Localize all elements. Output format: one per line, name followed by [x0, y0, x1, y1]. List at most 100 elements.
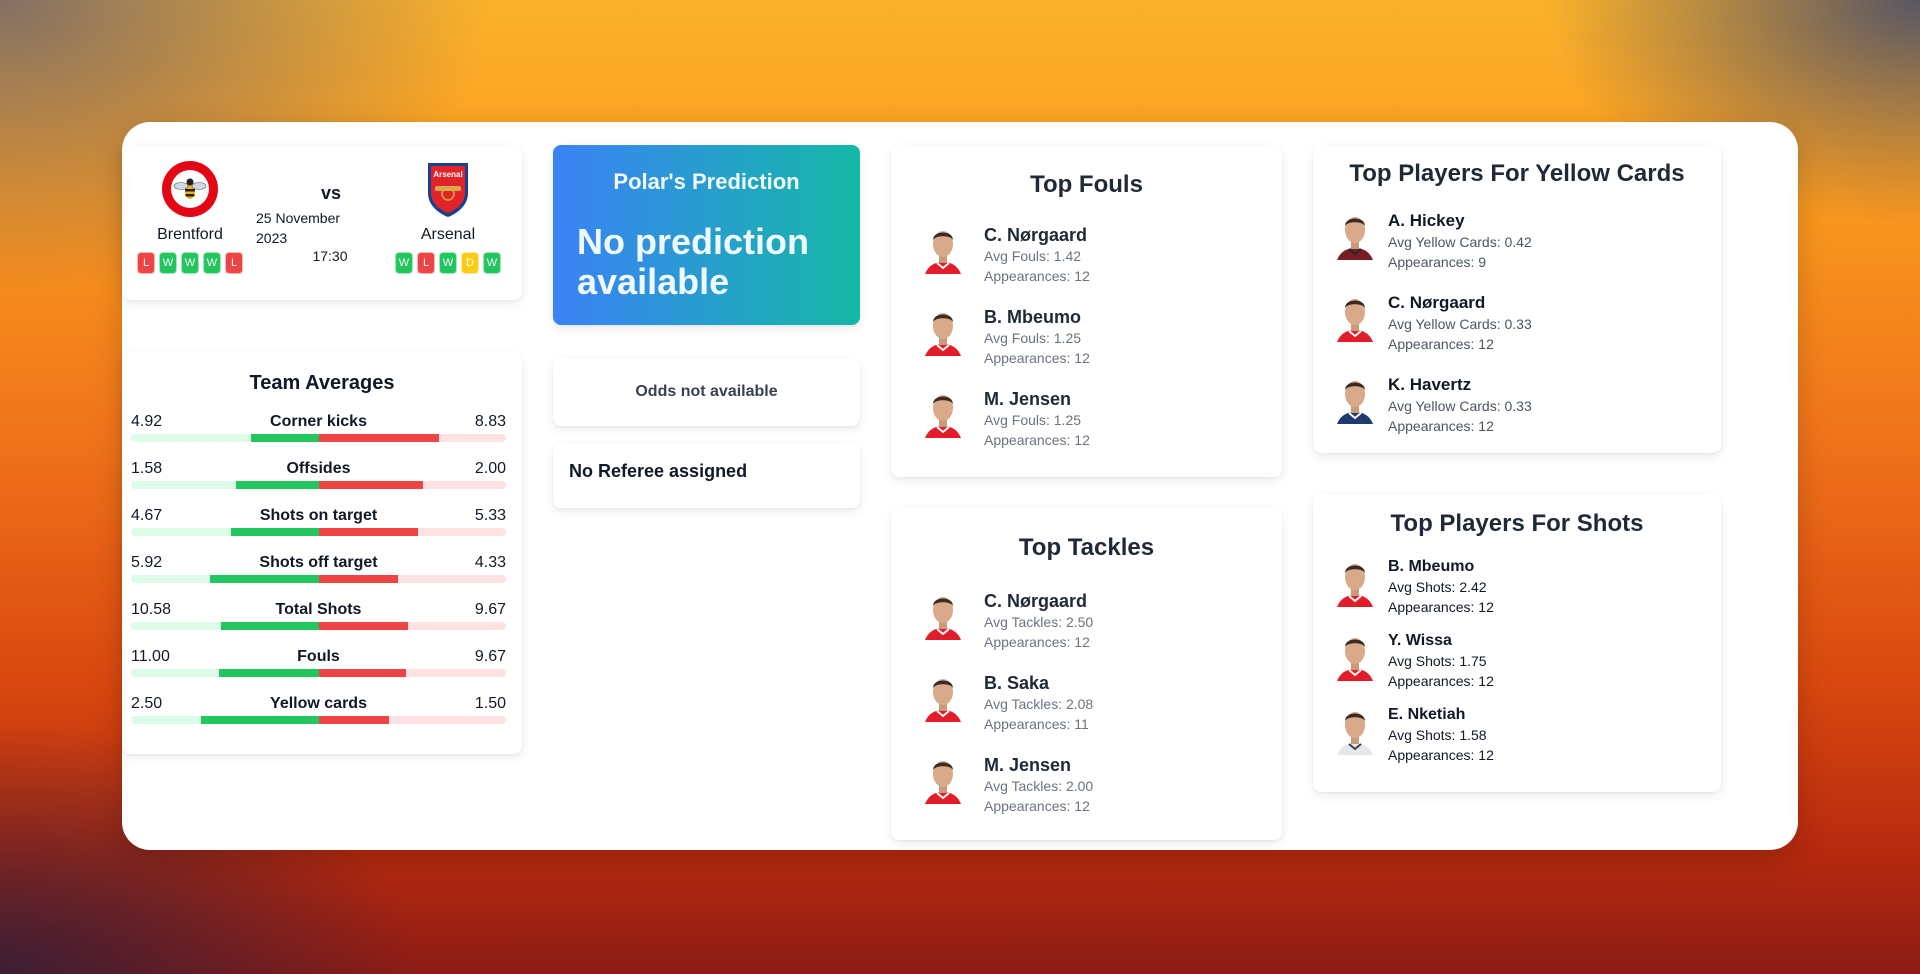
player-name: Y. Wissa — [1388, 632, 1452, 649]
player-appearances: Appearances: 12 — [984, 798, 1090, 814]
prediction-value: No prediction available — [577, 221, 809, 302]
player-name: B. Mbeumo — [1388, 558, 1475, 575]
top-tackles-card: Top Tackles C. Nørgaard Avg Tackles: 2.50… — [891, 508, 1282, 840]
top-shots-title: Top Players For Shots — [1390, 510, 1644, 537]
home-stat-fill — [220, 622, 319, 630]
away-stat-value: 9.67 — [474, 601, 506, 618]
home-form: L W W W L — [130, 252, 250, 274]
odds-text: Odds not available — [635, 383, 778, 400]
away-stat-fill — [318, 528, 419, 536]
stat-row: 2.50 Yellow cards 1.50 — [131, 695, 506, 725]
top-fouls-title: Top Fouls — [1030, 171, 1143, 198]
away-stat-fill — [318, 575, 398, 583]
player-name: C. Nørgaard — [984, 225, 1088, 245]
player-stat: Avg Fouls: 1.42 — [984, 248, 1082, 264]
player-stat: Avg Tackles: 2.00 — [984, 778, 1094, 794]
stat-bar — [131, 716, 506, 724]
player-name: K. Havertz — [1388, 375, 1472, 394]
player-appearances: Appearances: 12 — [984, 432, 1090, 448]
odds-card: Odds not available — [553, 358, 860, 426]
top-tackles-title: Top Tackles — [1018, 534, 1155, 561]
player-avatar — [921, 590, 965, 642]
player-appearances: Appearances: 12 — [1388, 673, 1494, 689]
form-badge: W — [395, 252, 413, 274]
referee-card: No Referee assigned — [553, 443, 860, 508]
top-yellow-cards-title: Top Players For Yellow Cards — [1349, 160, 1685, 187]
prediction-title: Polar's Prediction — [613, 169, 800, 194]
player-name: C. Nørgaard — [1388, 293, 1486, 312]
home-stat-fill — [251, 434, 319, 442]
player-avatar — [921, 672, 965, 724]
form-badge: L — [225, 252, 243, 274]
stat-row: 4.67 Shots on target 5.33 — [131, 507, 506, 537]
form-badge: W — [439, 252, 457, 274]
player-appearances: Appearances: 12 — [1388, 336, 1494, 352]
player-stat: Avg Fouls: 1.25 — [984, 412, 1082, 428]
player-name: M. Jensen — [984, 755, 1072, 775]
away-form: W L W D W — [388, 252, 508, 274]
form-badge: W — [203, 252, 221, 274]
player-appearances: Appearances: 12 — [984, 350, 1090, 366]
player-avatar — [1333, 557, 1377, 609]
stat-bar — [131, 575, 506, 583]
form-badge: L — [137, 252, 155, 274]
form-badge: W — [483, 252, 501, 274]
stat-label: Yellow cards — [270, 695, 367, 712]
stat-row: 10.58 Total Shots 9.67 — [131, 601, 506, 631]
arsenal-crest-icon: Arsenal — [428, 163, 468, 217]
form-badge: W — [181, 252, 199, 274]
home-stat-fill — [201, 716, 319, 724]
stat-bar — [131, 528, 506, 536]
away-stat-value: 1.50 — [474, 695, 506, 712]
stat-label: Corner kicks — [270, 413, 367, 430]
stat-bar — [131, 434, 506, 442]
player-stat: Avg Fouls: 1.25 — [984, 330, 1082, 346]
svg-text:Arsenal: Arsenal — [433, 170, 462, 179]
player-stat: Avg Shots: 2.42 — [1388, 579, 1487, 595]
player-stat: Avg Yellow Cards: 0.33 — [1388, 316, 1532, 332]
away-stat-fill — [318, 434, 439, 442]
home-stat-fill — [230, 528, 319, 536]
top-fouls-card: Top Fouls C. Nørgaard Avg Fouls: 1.42 Appe… — [891, 145, 1282, 477]
player-stat: Avg Yellow Cards: 0.42 — [1388, 234, 1532, 250]
player-avatar — [1333, 631, 1377, 683]
form-badge: D — [461, 252, 479, 274]
stat-bar — [131, 669, 506, 677]
away-stat-fill — [318, 622, 409, 630]
player-appearances: Appearances: 9 — [1388, 254, 1487, 270]
home-team[interactable]: Brentford L W W W L — [130, 159, 250, 274]
stat-row: 5.92 Shots off target 4.33 — [131, 554, 506, 584]
stat-label: Offsides — [286, 460, 351, 477]
away-stat-fill — [318, 669, 407, 677]
top-shots-card: Top Players For Shots B. Mbeumo Avg Shots… — [1313, 494, 1721, 792]
team-averages-title: Team Averages — [249, 372, 395, 394]
referee-text: No Referee assigned — [569, 461, 748, 481]
stat-bar — [131, 622, 506, 630]
stat-label: Total Shots — [275, 601, 362, 618]
player-avatar — [1333, 292, 1377, 344]
team-averages-card: Team Averages 4.92 Corner kicks 8.83 1.58 Of… — [122, 352, 522, 754]
player-avatar — [1333, 210, 1377, 262]
stat-label: Shots off target — [259, 554, 378, 571]
stat-label: Shots on target — [259, 507, 378, 524]
away-stat-value: 2.00 — [474, 460, 506, 477]
away-stat-value: 9.67 — [474, 648, 506, 665]
player-appearances: Appearances: 12 — [1388, 599, 1494, 615]
vs-label: vs — [320, 183, 342, 203]
player-avatar — [921, 754, 965, 806]
player-stat: Avg Yellow Cards: 0.33 — [1388, 398, 1532, 414]
stat-row: 11.00 Fouls 9.67 — [131, 648, 506, 678]
stat-label: Fouls — [297, 648, 340, 665]
player-name: E. Nketiah — [1388, 706, 1466, 723]
away-team[interactable]: Arsenal Arsenal W L W D W — [388, 159, 508, 274]
away-stat-value: 4.33 — [474, 554, 506, 571]
away-stat-value: 8.83 — [474, 413, 506, 430]
home-stat-fill — [235, 481, 319, 489]
player-appearances: Appearances: 12 — [1388, 747, 1494, 763]
player-appearances: Appearances: 12 — [1388, 418, 1494, 434]
prediction-card: Polar's Prediction No prediction availab… — [553, 145, 860, 325]
player-stat: Avg Shots: 1.75 — [1388, 653, 1487, 669]
player-name: C. Nørgaard — [984, 591, 1088, 611]
away-stat-fill — [318, 481, 424, 489]
away-team-name: Arsenal — [420, 226, 476, 243]
